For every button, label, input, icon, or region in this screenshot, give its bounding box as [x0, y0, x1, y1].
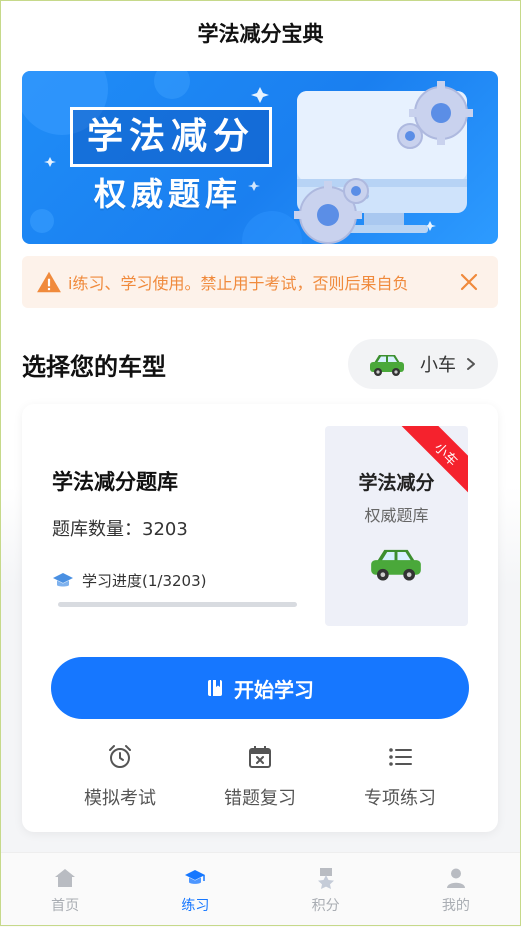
page-title: 学法减分宝典: [198, 18, 324, 48]
car-icon: [368, 544, 424, 582]
user-icon: [445, 867, 467, 889]
close-icon: [460, 273, 478, 291]
nav-label-points: 积分: [312, 895, 340, 915]
start-study-label: 开始学习: [234, 674, 314, 703]
cover-title: 学法减分: [325, 468, 468, 495]
notice-close-button[interactable]: [454, 267, 484, 297]
disclaimer-text: i练习、学习使用。禁止用于考试，否则后果自负: [68, 270, 454, 294]
wrong-review-label: 错题复习: [200, 784, 320, 810]
bank-title: 学法减分题库: [52, 466, 178, 496]
topic-practice-label: 专项练习: [340, 784, 460, 810]
wrong-review-button[interactable]: 错题复习: [200, 744, 320, 810]
nav-item-profile[interactable]: 我的: [391, 853, 521, 927]
start-study-button[interactable]: 开始学习: [51, 657, 469, 719]
badge-icon: [315, 867, 337, 889]
chevron-right-icon: [464, 357, 478, 371]
vehicle-type-selector[interactable]: 小车: [348, 339, 498, 389]
car-icon: [368, 351, 406, 377]
calendar-x-icon: [247, 744, 273, 770]
book-icon: [206, 679, 224, 697]
progress-bar: [58, 602, 297, 607]
nav-label-profile: 我的: [442, 895, 470, 915]
list-icon: [387, 744, 413, 770]
nav-item-home[interactable]: 首页: [0, 853, 130, 927]
bank-cover: 学法减分 权威题库 小车: [325, 426, 468, 626]
vehicle-type-label: 小车: [420, 351, 456, 377]
vehicle-section-title: 选择您的车型: [22, 347, 166, 382]
graduation-cap-icon: [184, 867, 206, 889]
quick-actions: 模拟考试 错题复习 专项练习: [22, 744, 498, 814]
nav-item-points[interactable]: 积分: [261, 853, 391, 927]
graduation-cap-icon: [52, 572, 74, 590]
progress-label: 学习进度(1/3203): [82, 570, 206, 591]
cover-subtitle: 权威题库: [325, 502, 468, 526]
mock-exam-label: 模拟考试: [60, 784, 180, 810]
disclaimer-notice: i练习、学习使用。禁止用于考试，否则后果自负: [22, 256, 498, 308]
home-icon: [54, 867, 76, 889]
ribbon-label: 小车: [431, 437, 463, 469]
alarm-clock-icon: [107, 744, 133, 770]
main-content: 学法减分 权威题库 i练习、学习使用。禁止用于考试，否则后果自负 选择您的车型: [0, 66, 521, 852]
nav-label-home: 首页: [51, 895, 79, 915]
banner-title: 学法减分: [70, 107, 272, 167]
warning-icon: [36, 269, 62, 295]
banner-subtitle: 权威题库: [94, 169, 242, 215]
mock-exam-button[interactable]: 模拟考试: [60, 744, 180, 810]
topic-practice-button[interactable]: 专项练习: [340, 744, 460, 810]
bank-count: 题库数量：3203: [52, 515, 188, 541]
promo-banner[interactable]: 学法减分 权威题库: [22, 71, 498, 244]
question-bank-card: 学法减分题库 题库数量：3203 学习进度(1/3203) 学法减分 权威题库: [22, 404, 498, 832]
top-bar: 学法减分宝典: [0, 0, 521, 66]
nav-label-practice: 练习: [181, 895, 209, 915]
bottom-nav: 首页 练习 积分 我的: [0, 852, 521, 927]
progress-row: 学习进度(1/3203): [52, 570, 206, 591]
nav-item-practice[interactable]: 练习: [130, 853, 260, 927]
